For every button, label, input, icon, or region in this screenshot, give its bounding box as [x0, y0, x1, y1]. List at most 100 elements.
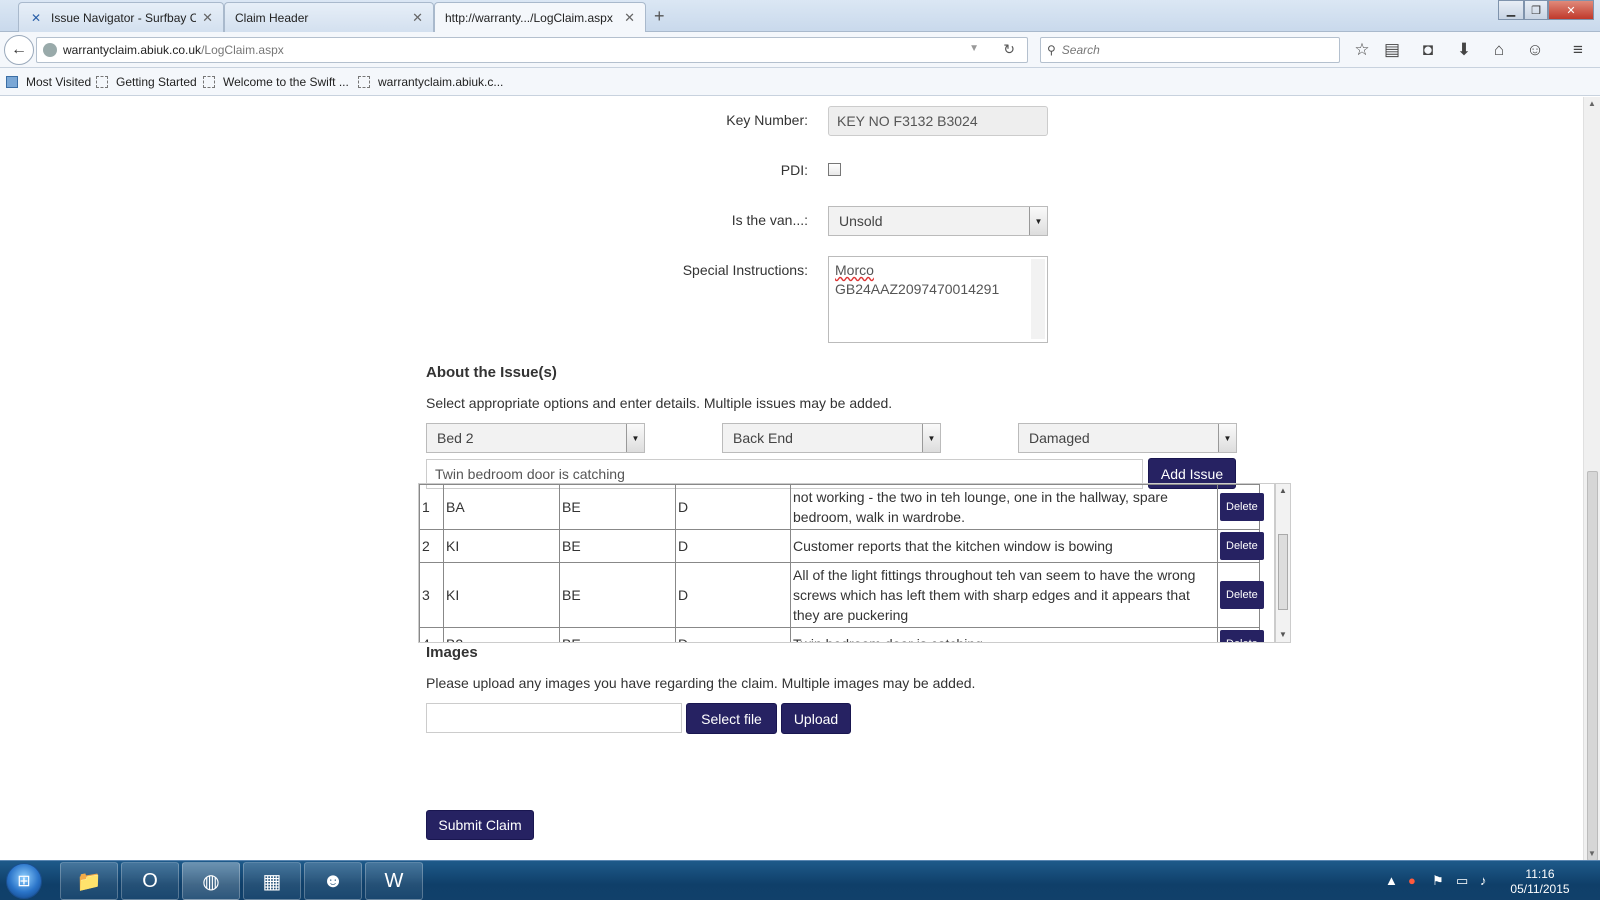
van-status-label: Is the van...: — [731, 212, 808, 228]
tab-claim-header[interactable]: Claim Header ✕ — [224, 2, 434, 32]
scrollbar-thumb[interactable] — [1587, 471, 1598, 861]
bookmark-warrantyclaim[interactable]: warrantyclaim.abiuk.c... — [358, 75, 503, 89]
record-icon[interactable]: ● — [1408, 873, 1416, 888]
pdi-label: PDI: — [780, 162, 808, 178]
volume-icon[interactable]: ♪ — [1480, 873, 1487, 888]
tab-issue-navigator[interactable]: ✕ Issue Navigator - Surfbay C... ✕ — [18, 2, 224, 32]
close-icon[interactable]: ✕ — [624, 10, 635, 26]
minimize-icon[interactable]: ▁ — [1498, 0, 1524, 20]
bookmark-welcome-swift[interactable]: Welcome to the Swift ... — [203, 75, 349, 89]
select-file-button[interactable]: Select file — [686, 703, 777, 734]
firefox-icon[interactable]: ◍ — [182, 862, 240, 900]
url-host: warrantyclaim.abiuk.co.uk — [63, 43, 202, 57]
chat-icon[interactable]: ☺ — [1525, 40, 1545, 60]
download-icon[interactable]: ⬇ — [1454, 40, 1474, 60]
pocket-icon[interactable]: ◘ — [1418, 40, 1438, 60]
issue-type-select[interactable]: Damaged ▼ — [1018, 423, 1237, 453]
issue-type: D — [675, 562, 791, 628]
page-scrollbar[interactable]: ▲ ▼ — [1583, 97, 1600, 861]
address-bar[interactable]: warrantyclaim.abiuk.co.uk/LogClaim.aspx … — [36, 37, 1028, 63]
bookmark-label: Most Visited — [26, 75, 92, 89]
bookmark-label: Getting Started — [116, 75, 197, 89]
close-icon[interactable]: ✕ — [412, 10, 423, 26]
delete-issue-button[interactable]: Delete — [1220, 493, 1264, 521]
chevron-down-icon[interactable]: ▼ — [626, 424, 644, 452]
issue-number: 1 — [419, 484, 444, 530]
dropdown-arrow-icon[interactable]: ▼ — [969, 43, 979, 54]
delete-cell: Delete — [1217, 529, 1264, 563]
maximize-icon[interactable]: ❐ — [1524, 0, 1548, 20]
clock[interactable]: 11:16 05/11/2015 — [1500, 867, 1580, 897]
issue-area-select[interactable]: Bed 2 ▼ — [426, 423, 645, 453]
images-heading: Images — [426, 644, 478, 661]
new-tab-button[interactable]: + — [654, 6, 665, 27]
issue-type: D — [675, 484, 791, 530]
issue-part: BE — [559, 627, 676, 642]
issue-area: KI — [443, 529, 560, 563]
special-instructions-textarea[interactable]: Morco GB24AAZ2097470014291 — [828, 256, 1048, 343]
issue-area-value: Bed 2 — [437, 430, 474, 446]
chevron-down-icon[interactable]: ▼ — [1218, 424, 1236, 452]
start-button[interactable]: ⊞ — [6, 863, 42, 899]
calendar-app-icon[interactable]: ▦ — [243, 862, 301, 900]
table-row: 1 BA BE Dnot working - the two in teh loung… — [419, 484, 1264, 530]
menu-icon[interactable]: ≡ — [1568, 40, 1588, 60]
home-icon[interactable]: ⌂ — [1489, 40, 1509, 60]
issue-part: BE — [559, 562, 676, 628]
upload-button[interactable]: Upload — [781, 703, 851, 734]
issue-description: Twin bedroom door is catching — [790, 627, 1218, 642]
tab-label: Issue Navigator - Surfbay C... — [51, 10, 197, 25]
bookmark-most-visited[interactable]: Most Visited — [6, 75, 91, 89]
delete-issue-button[interactable]: Delete — [1220, 532, 1264, 560]
chevron-down-icon[interactable]: ▼ — [1029, 207, 1047, 235]
taskbar: ⊞ 📁 O ◍ ▦ ☻ W ▲ ● ⚑ ▭ ♪ 11:16 05/11/2015 — [0, 860, 1600, 900]
reading-list-icon[interactable]: ▤ — [1382, 40, 1402, 60]
word-icon[interactable]: W — [365, 862, 423, 900]
flag-icon[interactable]: ⚑ — [1432, 873, 1444, 889]
show-hidden-icons-icon[interactable]: ▲ — [1385, 873, 1398, 888]
delete-issue-button[interactable]: Delete — [1220, 630, 1264, 642]
van-status-select[interactable]: Unsold ▼ — [828, 206, 1048, 236]
issue-area: BA — [443, 484, 560, 530]
delete-issue-button[interactable]: Delete — [1220, 581, 1264, 609]
network-icon[interactable]: ▭ — [1456, 873, 1468, 889]
van-status-value: Unsold — [839, 213, 883, 229]
jira-icon: ✕ — [30, 10, 42, 25]
reload-icon[interactable]: ↻ — [1003, 41, 1015, 58]
table-row: 4B2BEDTwin bedroom door is catchingDelet… — [419, 627, 1264, 642]
contacts-app-icon[interactable]: ☻ — [304, 862, 362, 900]
file-path-input[interactable] — [426, 703, 682, 733]
clock-time: 11:16 — [1525, 867, 1555, 881]
pdi-checkbox[interactable] — [828, 163, 841, 176]
chevron-down-icon[interactable]: ▼ — [922, 424, 940, 452]
submit-claim-button[interactable]: Submit Claim — [426, 810, 534, 840]
outlook-icon[interactable]: O — [121, 862, 179, 900]
close-icon[interactable]: ✕ — [202, 10, 213, 26]
issue-area: B2 — [443, 627, 560, 642]
folder-icon — [6, 76, 18, 88]
bookmark-star-icon[interactable]: ☆ — [1352, 40, 1372, 60]
issues-scrollbar[interactable]: ▲ ▼ — [1275, 483, 1291, 643]
key-number-field[interactable]: KEY NO F3132 B3024 — [828, 106, 1048, 136]
clock-date: 05/11/2015 — [1510, 882, 1570, 896]
back-arrow-icon[interactable]: ← — [4, 35, 34, 65]
textarea-scrollbar[interactable] — [1031, 259, 1045, 339]
bookmark-getting-started[interactable]: Getting Started — [96, 75, 197, 89]
scroll-up-icon[interactable]: ▲ — [1588, 99, 1596, 108]
page-icon — [203, 76, 215, 88]
issues-heading: About the Issue(s) — [426, 364, 557, 381]
scrollbar-thumb[interactable] — [1278, 534, 1288, 610]
close-window-icon[interactable]: ✕ — [1548, 0, 1594, 20]
explorer-icon[interactable]: 📁 — [60, 862, 118, 900]
special-line-1: Morco — [835, 262, 874, 278]
delete-cell: Delete — [1217, 484, 1264, 530]
scroll-down-icon[interactable]: ▼ — [1279, 630, 1287, 639]
tab-log-claim[interactable]: http://warranty.../LogClaim.aspx ✕ — [434, 2, 646, 33]
scroll-up-icon[interactable]: ▲ — [1279, 486, 1287, 495]
scroll-down-icon[interactable]: ▼ — [1588, 849, 1596, 858]
issue-part: BE — [559, 484, 676, 530]
issue-part-select[interactable]: Back End ▼ — [722, 423, 941, 453]
search-input[interactable]: ⚲ Search — [1040, 37, 1340, 63]
special-instructions-label: Special Instructions: — [682, 262, 808, 278]
special-line-2: GB24AAZ2097470014291 — [835, 281, 1000, 297]
